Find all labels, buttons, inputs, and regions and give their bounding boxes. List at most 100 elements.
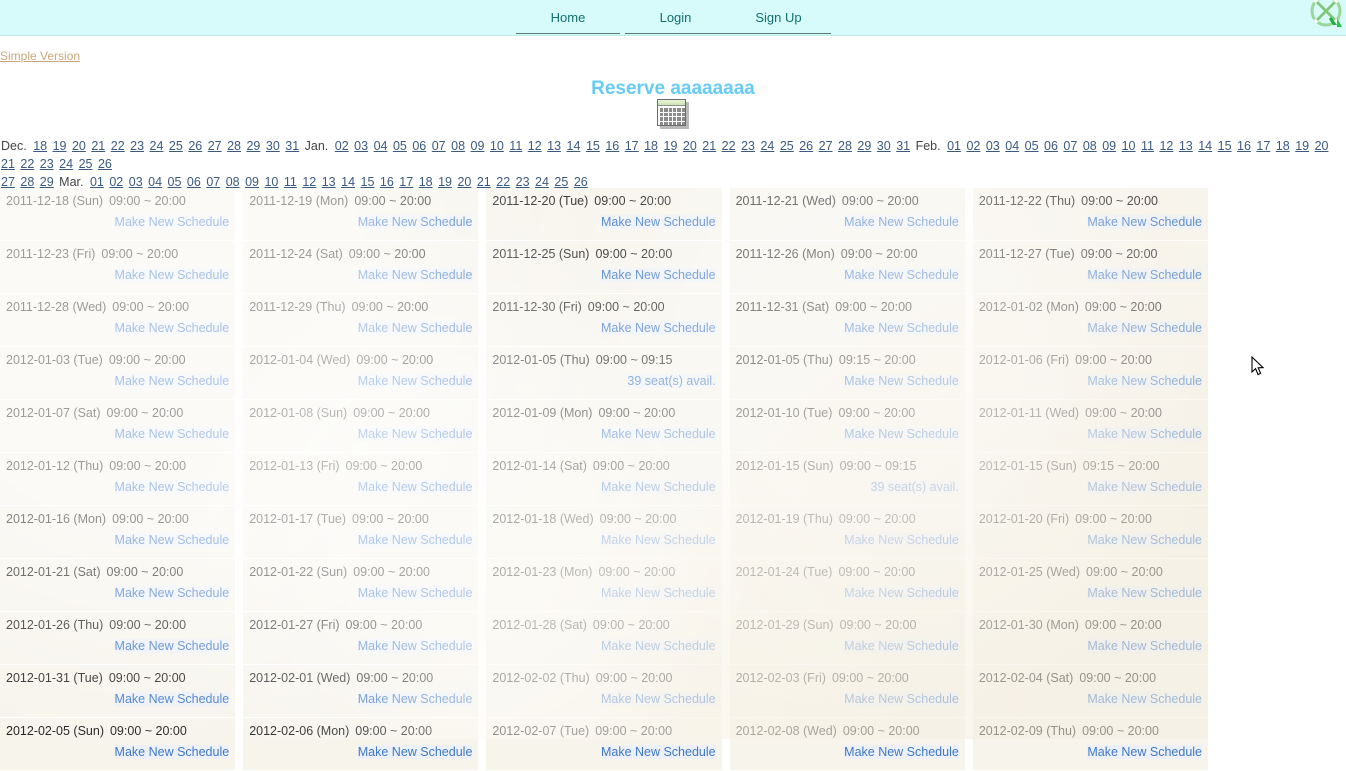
make-new-schedule-link[interactable]: Make New Schedule bbox=[114, 215, 230, 229]
date-nav-day-link[interactable]: 09 bbox=[471, 139, 485, 153]
date-nav-day-link[interactable]: 14 bbox=[567, 139, 581, 153]
make-new-schedule-link[interactable]: Make New Schedule bbox=[114, 639, 230, 653]
date-nav-day-link[interactable]: 04 bbox=[148, 175, 162, 189]
make-new-schedule-link[interactable]: Make New Schedule bbox=[600, 745, 716, 759]
nav-tab-home[interactable]: Home bbox=[516, 0, 620, 33]
make-new-schedule-link[interactable]: Make New Schedule bbox=[114, 533, 230, 547]
make-new-schedule-link[interactable]: Make New Schedule bbox=[1087, 427, 1203, 441]
date-nav-day-link[interactable]: 22 bbox=[111, 139, 125, 153]
date-nav-day-link[interactable]: 06 bbox=[187, 175, 201, 189]
date-nav-day-link[interactable]: 28 bbox=[227, 139, 241, 153]
seats-available-link[interactable]: 39 seat(s) avail. bbox=[870, 480, 959, 494]
date-nav-day-link[interactable]: 08 bbox=[226, 175, 240, 189]
date-nav-day-link[interactable]: 10 bbox=[490, 139, 504, 153]
make-new-schedule-link[interactable]: Make New Schedule bbox=[844, 268, 959, 282]
make-new-schedule-link[interactable]: Make New Schedule bbox=[114, 321, 230, 335]
make-new-schedule-link[interactable]: Make New Schedule bbox=[114, 374, 230, 388]
date-nav-day-link[interactable]: 10 bbox=[1122, 139, 1136, 153]
date-nav-day-link[interactable]: 30 bbox=[877, 139, 891, 153]
date-nav-day-link[interactable]: 18 bbox=[419, 175, 433, 189]
date-nav-day-link[interactable]: 16 bbox=[380, 175, 394, 189]
date-nav-day-link[interactable]: 17 bbox=[399, 175, 413, 189]
date-nav-day-link[interactable]: 29 bbox=[857, 139, 871, 153]
make-new-schedule-link[interactable]: Make New Schedule bbox=[600, 321, 716, 335]
date-nav-day-link[interactable]: 20 bbox=[683, 139, 697, 153]
date-nav-day-link[interactable]: 07 bbox=[432, 139, 446, 153]
date-nav-day-link[interactable]: 13 bbox=[1179, 139, 1193, 153]
make-new-schedule-link[interactable]: Make New Schedule bbox=[1087, 639, 1203, 653]
make-new-schedule-link[interactable]: Make New Schedule bbox=[600, 480, 716, 494]
date-nav-day-link[interactable]: 11 bbox=[509, 139, 522, 153]
date-nav-day-link[interactable]: 11 bbox=[1141, 139, 1154, 153]
make-new-schedule-link[interactable]: Make New Schedule bbox=[844, 215, 959, 229]
make-new-schedule-link[interactable]: Make New Schedule bbox=[1087, 745, 1203, 759]
date-nav-day-link[interactable]: 15 bbox=[361, 175, 375, 189]
date-nav-day-link[interactable]: 16 bbox=[1237, 139, 1251, 153]
date-nav-day-link[interactable]: 05 bbox=[393, 139, 407, 153]
date-nav-day-link[interactable]: 27 bbox=[819, 139, 833, 153]
date-nav-day-link[interactable]: 25 bbox=[79, 157, 93, 171]
date-nav-day-link[interactable]: 25 bbox=[554, 175, 568, 189]
make-new-schedule-link[interactable]: Make New Schedule bbox=[600, 215, 716, 229]
date-nav-day-link[interactable]: 09 bbox=[1102, 139, 1116, 153]
date-nav-day-link[interactable]: 13 bbox=[547, 139, 561, 153]
make-new-schedule-link[interactable]: Make New Schedule bbox=[357, 321, 473, 335]
date-nav-day-link[interactable]: 25 bbox=[169, 139, 183, 153]
make-new-schedule-link[interactable]: Make New Schedule bbox=[844, 321, 959, 335]
date-nav-day-link[interactable]: 21 bbox=[91, 139, 105, 153]
make-new-schedule-link[interactable]: Make New Schedule bbox=[114, 586, 230, 600]
date-nav-day-link[interactable]: 01 bbox=[90, 175, 104, 189]
date-nav-day-link[interactable]: 01 bbox=[947, 139, 961, 153]
date-nav-day-link[interactable]: 27 bbox=[1, 175, 15, 189]
make-new-schedule-link[interactable]: Make New Schedule bbox=[844, 745, 959, 759]
date-nav-day-link[interactable]: 31 bbox=[285, 139, 299, 153]
make-new-schedule-link[interactable]: Make New Schedule bbox=[844, 427, 959, 441]
date-nav-day-link[interactable]: 28 bbox=[20, 175, 34, 189]
make-new-schedule-link[interactable]: Make New Schedule bbox=[1087, 533, 1203, 547]
date-nav-day-link[interactable]: 07 bbox=[1063, 139, 1077, 153]
date-nav-day-link[interactable]: 23 bbox=[516, 175, 530, 189]
date-nav-day-link[interactable]: 14 bbox=[341, 175, 355, 189]
date-nav-day-link[interactable]: 11 bbox=[284, 175, 297, 189]
date-nav-day-link[interactable]: 06 bbox=[412, 139, 426, 153]
date-nav-day-link[interactable]: 10 bbox=[264, 175, 278, 189]
date-nav-day-link[interactable]: 31 bbox=[896, 139, 910, 153]
simple-version-link[interactable]: Simple Version bbox=[0, 49, 80, 63]
date-nav-day-link[interactable]: 03 bbox=[986, 139, 1000, 153]
date-nav-day-link[interactable]: 26 bbox=[799, 139, 813, 153]
make-new-schedule-link[interactable]: Make New Schedule bbox=[357, 692, 473, 706]
date-nav-day-link[interactable]: 15 bbox=[586, 139, 600, 153]
date-nav-day-link[interactable]: 21 bbox=[1, 157, 15, 171]
make-new-schedule-link[interactable]: Make New Schedule bbox=[357, 215, 473, 229]
make-new-schedule-link[interactable]: Make New Schedule bbox=[600, 427, 716, 441]
date-nav-day-link[interactable]: 18 bbox=[644, 139, 658, 153]
date-nav-day-link[interactable]: 22 bbox=[722, 139, 736, 153]
make-new-schedule-link[interactable]: Make New Schedule bbox=[357, 639, 473, 653]
date-nav-day-link[interactable]: 24 bbox=[535, 175, 549, 189]
make-new-schedule-link[interactable]: Make New Schedule bbox=[1087, 692, 1203, 706]
make-new-schedule-link[interactable]: Make New Schedule bbox=[844, 586, 959, 600]
make-new-schedule-link[interactable]: Make New Schedule bbox=[600, 639, 716, 653]
date-nav-day-link[interactable]: 17 bbox=[1256, 139, 1270, 153]
date-nav-day-link[interactable]: 04 bbox=[1005, 139, 1019, 153]
date-nav-day-link[interactable]: 26 bbox=[574, 175, 588, 189]
date-nav-day-link[interactable]: 22 bbox=[496, 175, 510, 189]
make-new-schedule-link[interactable]: Make New Schedule bbox=[114, 480, 230, 494]
date-nav-day-link[interactable]: 02 bbox=[335, 139, 349, 153]
date-nav-day-link[interactable]: 05 bbox=[1025, 139, 1039, 153]
date-nav-day-link[interactable]: 30 bbox=[266, 139, 280, 153]
nav-tab-login[interactable]: Login bbox=[625, 0, 726, 33]
date-nav-day-link[interactable]: 20 bbox=[72, 139, 86, 153]
nav-tab-signup[interactable]: Sign Up bbox=[726, 0, 831, 33]
date-nav-day-link[interactable]: 02 bbox=[966, 139, 980, 153]
make-new-schedule-link[interactable]: Make New Schedule bbox=[357, 533, 473, 547]
date-nav-day-link[interactable]: 24 bbox=[760, 139, 774, 153]
date-nav-day-link[interactable]: 26 bbox=[188, 139, 202, 153]
date-nav-day-link[interactable]: 21 bbox=[702, 139, 716, 153]
date-nav-day-link[interactable]: 27 bbox=[208, 139, 222, 153]
make-new-schedule-link[interactable]: Make New Schedule bbox=[1087, 586, 1203, 600]
date-nav-day-link[interactable]: 03 bbox=[129, 175, 143, 189]
date-nav-day-link[interactable]: 19 bbox=[664, 139, 678, 153]
make-new-schedule-link[interactable]: Make New Schedule bbox=[1087, 480, 1203, 494]
date-nav-day-link[interactable]: 23 bbox=[741, 139, 755, 153]
